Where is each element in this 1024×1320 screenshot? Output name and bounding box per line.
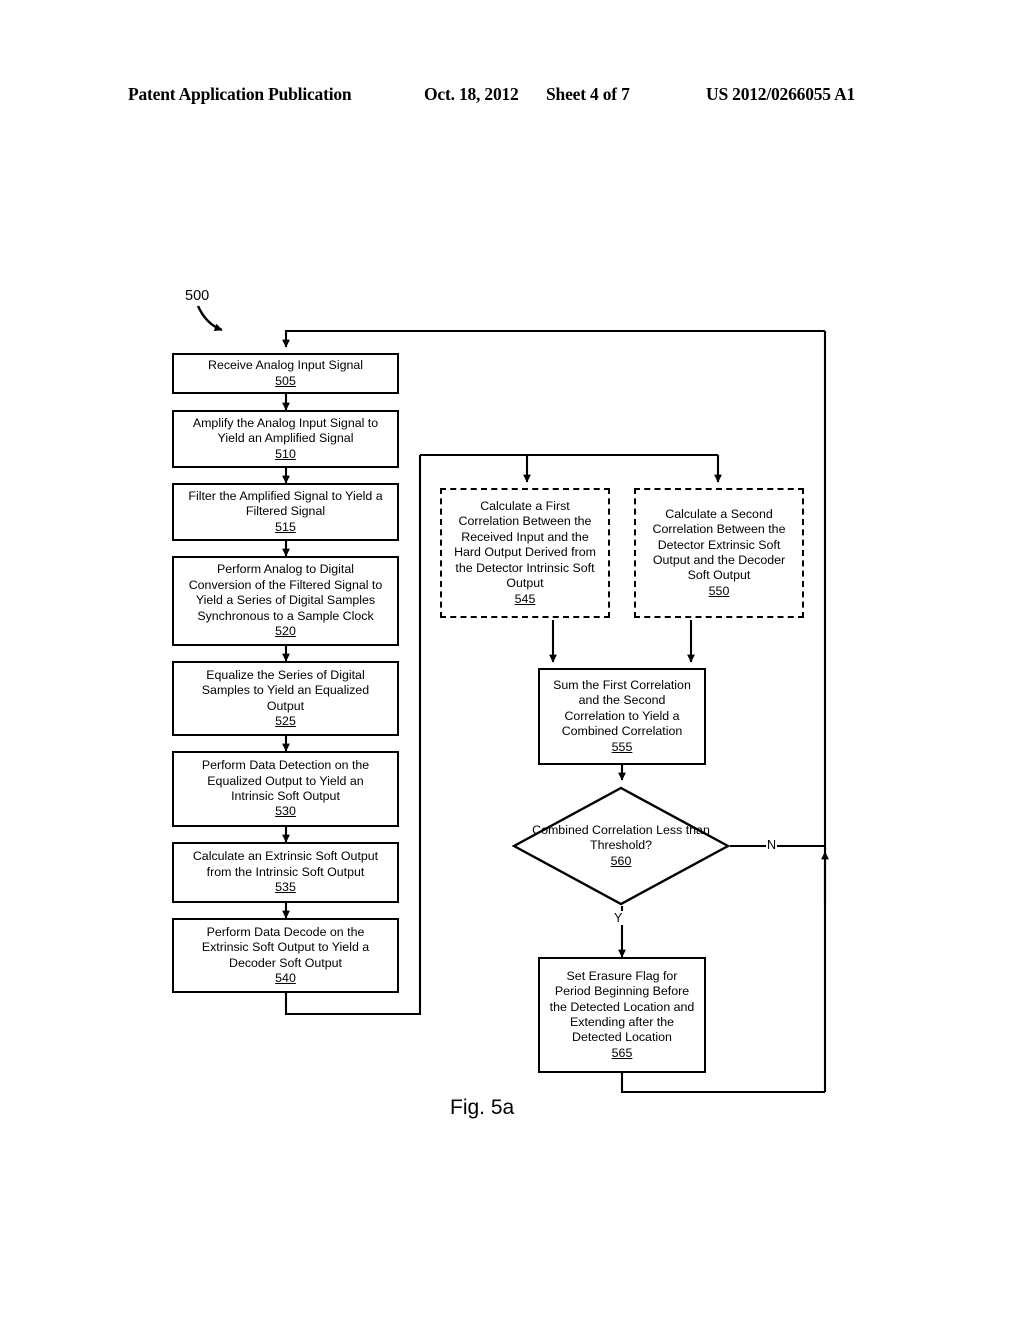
flow-node-550[interactable]: Calculate a Second Correlation Between t… — [634, 488, 804, 618]
flow-node-545-ref: 545 — [514, 591, 536, 606]
flow-node-515[interactable]: Filter the Amplified Signal to Yield a F… — [172, 483, 399, 541]
flow-node-510-text: Amplify the Analog Input Signal to Yield… — [192, 415, 379, 446]
flow-node-550-text: Calculate a Second Correlation Between t… — [652, 506, 786, 583]
flow-node-505[interactable]: Receive Analog Input Signal 505 — [172, 353, 399, 394]
flow-node-525-ref: 525 — [275, 713, 296, 728]
flow-node-535[interactable]: Calculate an Extrinsic Soft Output from … — [172, 842, 399, 903]
flow-node-540-text: Perform Data Decode on the Extrinsic Sof… — [201, 924, 370, 970]
wire-feedback-to-505 — [282, 329, 825, 348]
flow-node-540[interactable]: Perform Data Decode on the Extrinsic Sof… — [172, 918, 399, 993]
reference-numeral-500: 500 — [185, 288, 210, 304]
flow-decision-560[interactable]: Combined Correlation Less than Threshold… — [512, 786, 730, 906]
flow-decision-560-text: Combined Correlation Less than Threshold… — [532, 822, 710, 853]
flow-node-515-ref: 515 — [275, 519, 296, 534]
flow-node-530[interactable]: Perform Data Detection on the Equalized … — [172, 751, 399, 827]
flow-node-555-ref: 555 — [611, 739, 633, 754]
flow-node-550-ref: 550 — [708, 583, 730, 598]
flow-node-505-ref: 505 — [275, 373, 296, 388]
edge-label-yes: Y — [613, 911, 624, 925]
flow-node-555[interactable]: Sum the First Correlation and the Second… — [538, 668, 706, 765]
flow-node-565-ref: 565 — [611, 1045, 633, 1060]
flow-node-535-ref: 535 — [275, 880, 296, 895]
flow-node-520-text: Perform Analog to Digital Conversion of … — [188, 562, 383, 623]
flow-node-525-text: Equalize the Series of Digital Samples t… — [201, 667, 370, 713]
flow-node-505-text: Receive Analog Input Signal — [208, 358, 363, 373]
flowchart-figure: 500 Receive Analog Input Signal 505 Ampl… — [0, 0, 1024, 1320]
flow-node-535-text: Calculate an Extrinsic Soft Output from … — [192, 849, 379, 879]
edge-label-no: N — [766, 838, 778, 852]
flow-node-540-ref: 540 — [275, 970, 296, 985]
flow-node-510[interactable]: Amplify the Analog Input Signal to Yield… — [172, 410, 399, 468]
flow-node-555-text: Sum the First Correlation and the Second… — [553, 677, 691, 739]
flow-node-515-text: Filter the Amplified Signal to Yield a F… — [188, 488, 383, 519]
flow-node-545[interactable]: Calculate a First Correlation Between th… — [440, 488, 610, 618]
flow-node-525[interactable]: Equalize the Series of Digital Samples t… — [172, 661, 399, 736]
flow-node-565-text: Set Erasure Flag for Period Beginning Be… — [549, 968, 695, 1045]
flow-decision-560-ref: 560 — [610, 853, 632, 868]
flow-node-530-ref: 530 — [275, 804, 296, 819]
figure-caption: Fig. 5a — [450, 1096, 515, 1119]
flow-node-530-text: Perform Data Detection on the Equalized … — [201, 758, 370, 803]
flow-node-520-ref: 520 — [275, 624, 296, 639]
flowchart-connectors — [196, 305, 829, 1094]
flow-decision-560-content: Combined Correlation Less than Threshold… — [512, 786, 730, 906]
flow-node-565[interactable]: Set Erasure Flag for Period Beginning Be… — [538, 957, 706, 1073]
flow-node-520[interactable]: Perform Analog to Digital Conversion of … — [172, 556, 399, 646]
flow-node-510-ref: 510 — [275, 446, 296, 461]
wire-565-to-right-rail — [620, 1073, 825, 1094]
flow-node-545-text: Calculate a First Correlation Between th… — [454, 499, 596, 591]
leader-arrow-500 — [196, 305, 223, 332]
